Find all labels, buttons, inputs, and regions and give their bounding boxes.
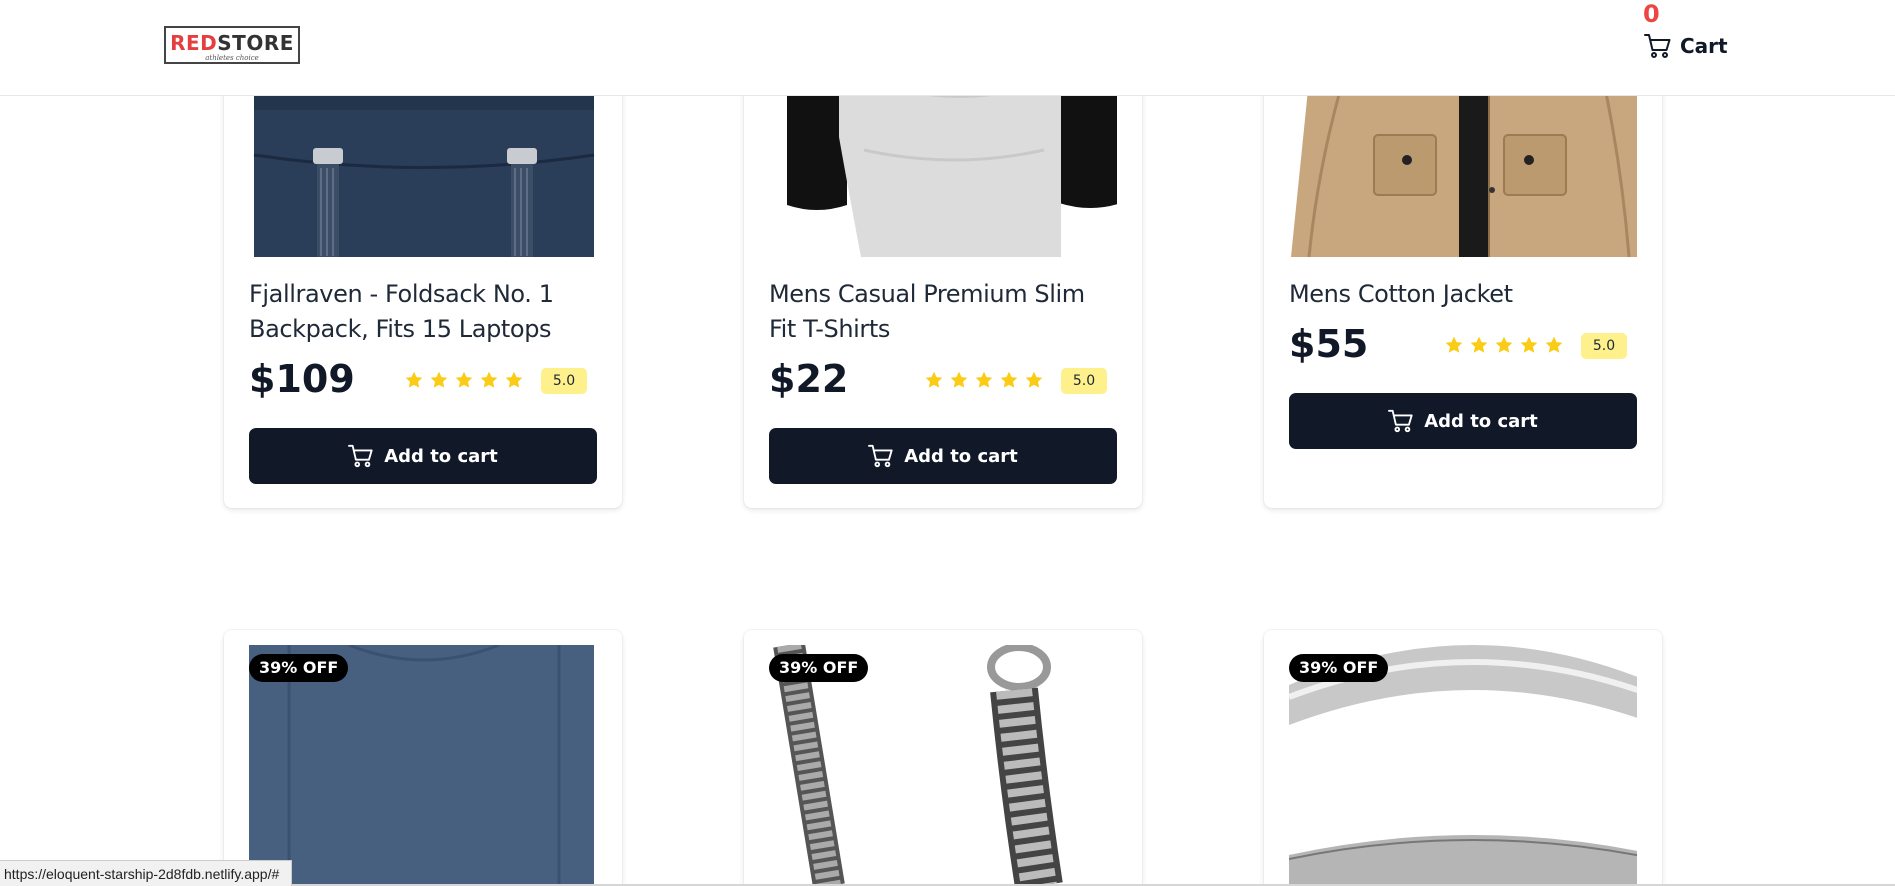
rating-value: 5.0 — [541, 368, 587, 394]
product-price: $109 — [249, 357, 355, 401]
rating-value: 5.0 — [1581, 333, 1627, 359]
logo-tagline: athletes choice — [205, 54, 259, 62]
product-card-long-sleeve: 39% OFF — [224, 630, 622, 886]
cart-icon — [1644, 34, 1671, 58]
product-card-ring: 39% OFF — [1264, 630, 1662, 886]
add-to-cart-button[interactable]: Add to cart — [1289, 393, 1637, 449]
product-card-jacket: Mens Cotton Jacket $55 5.0 Add to cart — [1264, 60, 1662, 508]
star-icon — [1000, 371, 1018, 388]
redstore-logo[interactable]: REDSTORE athletes choice — [164, 26, 300, 64]
logo-text-store: STORE — [217, 31, 294, 55]
star-icon — [430, 371, 448, 388]
add-to-cart-label: Add to cart — [1424, 410, 1538, 432]
star-icon — [975, 371, 993, 388]
star-icon — [1445, 336, 1463, 353]
star-icon — [405, 371, 423, 388]
star-icon — [1495, 336, 1513, 353]
cart-label: Cart — [1680, 34, 1728, 58]
rating-stars — [1444, 335, 1564, 355]
discount-badge: 39% OFF — [1289, 654, 1389, 682]
product-card-tshirt: Mens Casual Premium Slim Fit T-Shirts $2… — [744, 60, 1142, 508]
product-price: $22 — [769, 357, 849, 401]
star-icon — [1470, 336, 1488, 353]
discount-badge: 39% OFF — [249, 654, 349, 682]
product-card-backpack: Fjallraven - Foldsack No. 1 Backpack, Fi… — [224, 60, 622, 508]
cart-button[interactable]: Cart — [1644, 32, 1728, 60]
logo-text: REDSTORE — [166, 31, 298, 55]
add-to-cart-label: Add to cart — [904, 445, 1018, 467]
product-card-bracelet: 39% OFF — [744, 630, 1142, 886]
cart-count-badge: 0 — [1643, 0, 1660, 28]
rating-value: 5.0 — [1061, 368, 1107, 394]
product-title[interactable]: Mens Cotton Jacket — [1289, 277, 1637, 312]
star-icon — [1545, 336, 1563, 353]
rating-stars — [924, 370, 1044, 390]
add-to-cart-button[interactable]: Add to cart — [769, 428, 1117, 484]
rating-stars — [404, 370, 524, 390]
product-title[interactable]: Fjallraven - Foldsack No. 1 Backpack, Fi… — [249, 277, 597, 347]
star-icon — [505, 371, 523, 388]
star-icon — [925, 371, 943, 388]
logo-text-red: RED — [170, 31, 218, 55]
cart-icon — [1388, 409, 1413, 433]
discount-badge: 39% OFF — [769, 654, 869, 682]
site-header: REDSTORE athletes choice 0 Cart — [0, 0, 1895, 96]
status-bar-url: https://eloquent-starship-2d8fdb.netlify… — [0, 860, 293, 886]
star-icon — [1025, 371, 1043, 388]
cart-icon — [348, 444, 373, 468]
product-price: $55 — [1289, 322, 1369, 366]
star-icon — [455, 371, 473, 388]
star-icon — [1520, 336, 1538, 353]
star-icon — [480, 371, 498, 388]
add-to-cart-label: Add to cart — [384, 445, 498, 467]
star-icon — [950, 371, 968, 388]
add-to-cart-button[interactable]: Add to cart — [249, 428, 597, 484]
product-title[interactable]: Mens Casual Premium Slim Fit T-Shirts — [769, 277, 1117, 347]
cart-icon — [868, 444, 893, 468]
